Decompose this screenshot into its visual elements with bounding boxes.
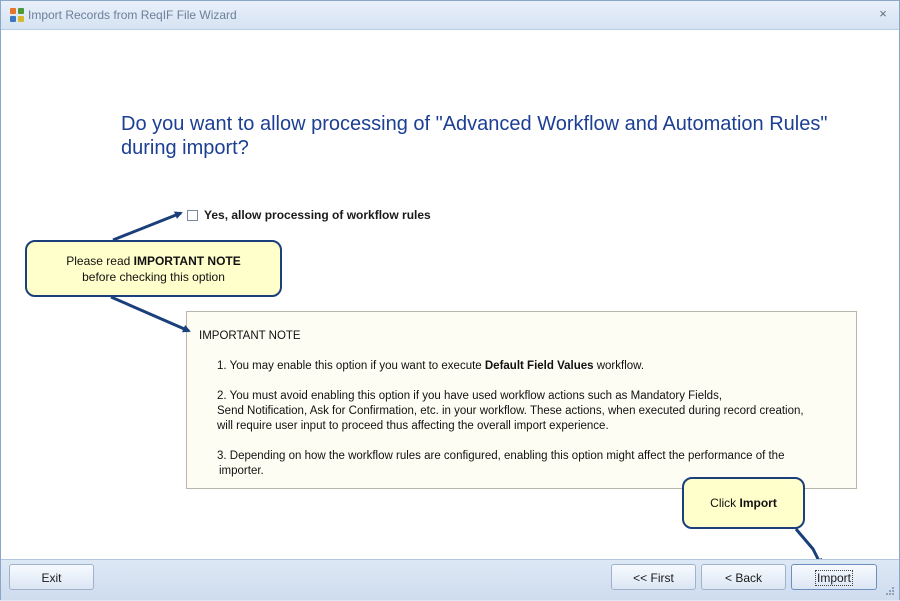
allow-workflow-label[interactable]: Yes, allow processing of workflow rules bbox=[204, 208, 431, 222]
note-item-3-line2: importer. bbox=[219, 465, 264, 477]
note-item-2-line2: Send Notification, Ask for Confirmation,… bbox=[217, 405, 804, 417]
resize-grip-icon[interactable] bbox=[885, 586, 895, 596]
wizard-footer: Exit << First < Back Import bbox=[1, 559, 899, 600]
note-item-2-line3: will require user input to proceed thus … bbox=[217, 420, 609, 432]
wizard-window: Import Records from ReqIF File Wizard × … bbox=[0, 0, 900, 600]
note-item-2-line1: 2. You must avoid enabling this option i… bbox=[217, 390, 723, 402]
click-import-callout: Click Import bbox=[682, 477, 805, 529]
arrow-to-checkbox bbox=[112, 211, 183, 242]
note-item-1: 1. You may enable this option if you wan… bbox=[217, 360, 645, 372]
note-title: IMPORTANT NOTE bbox=[199, 330, 301, 342]
window-title: Import Records from ReqIF File Wizard bbox=[28, 8, 237, 22]
note-item-3-line1: 3. Depending on how the workflow rules a… bbox=[217, 450, 785, 462]
first-button[interactable]: << First bbox=[611, 564, 696, 590]
important-note-box: IMPORTANT NOTE 1. You may enable this op… bbox=[186, 311, 857, 489]
exit-button[interactable]: Exit bbox=[9, 564, 94, 590]
page-question: Do you want to allow processing of "Adva… bbox=[121, 113, 828, 159]
read-note-line2: before checking this option bbox=[82, 270, 225, 284]
title-bar: Import Records from ReqIF File Wizard × bbox=[1, 1, 899, 30]
allow-workflow-checkbox[interactable] bbox=[187, 209, 198, 221]
read-note-callout: Please read IMPORTANT NOTE before checki… bbox=[25, 240, 282, 297]
workflow-checkbox-row[interactable]: Yes, allow processing of workflow rules bbox=[187, 207, 431, 223]
arrow-to-note bbox=[110, 295, 191, 333]
back-button[interactable]: < Back bbox=[701, 564, 786, 590]
import-button[interactable]: Import bbox=[791, 564, 877, 590]
read-note-line1: Please read IMPORTANT NOTE bbox=[66, 254, 241, 268]
close-icon[interactable]: × bbox=[875, 6, 891, 22]
app-recycle-icon bbox=[10, 8, 24, 22]
